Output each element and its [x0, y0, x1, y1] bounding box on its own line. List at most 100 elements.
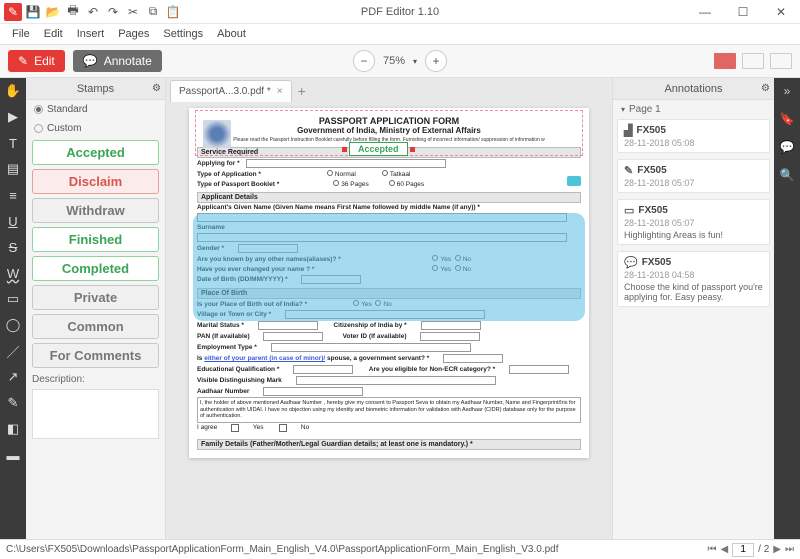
comment-annotation[interactable]: [567, 176, 581, 186]
menu-insert[interactable]: Insert: [71, 26, 111, 42]
qa-undo-icon[interactable]: ↶: [84, 3, 102, 21]
document-area: PassportA...3.0.pdf *× + PASSPORT APPLIC…: [166, 78, 612, 539]
highlight-area-tool-icon[interactable]: ▬: [4, 446, 22, 464]
maximize-button[interactable]: ☐: [728, 5, 758, 19]
app-icon: ✎: [4, 3, 22, 21]
stamps-custom-radio[interactable]: Custom: [26, 119, 165, 138]
menu-file[interactable]: File: [6, 26, 36, 42]
stamp-for-comments[interactable]: For Comments: [32, 343, 159, 368]
annotations-panel: Annotations ⚙ Page 1 ▟FX505 28-11-2018 0…: [612, 78, 774, 539]
eraser-tool-icon[interactable]: ◧: [4, 420, 22, 438]
page-prev-button[interactable]: ◀: [720, 544, 728, 555]
gear-icon[interactable]: ⚙: [761, 83, 770, 94]
menu-about[interactable]: About: [211, 26, 252, 42]
annotation-item[interactable]: ▟FX505 28-11-2018 05:08: [617, 119, 770, 153]
stamp-completed[interactable]: Completed: [32, 256, 159, 281]
normal-radio[interactable]: [327, 170, 333, 176]
stamps-panel-header: Stamps ⚙: [26, 78, 165, 100]
annotation-item[interactable]: ✎FX505 28-11-2018 05:07: [617, 159, 770, 193]
arrow-tool-icon[interactable]: ↗: [4, 368, 22, 386]
qa-paste-icon[interactable]: 📋: [164, 3, 182, 21]
squiggly-tool-icon[interactable]: W: [4, 264, 22, 282]
circle-tool-icon[interactable]: ◯: [4, 316, 22, 334]
zoom-level[interactable]: 75%: [383, 55, 405, 67]
tatkaal-radio[interactable]: [382, 170, 388, 176]
stamp-accepted[interactable]: Accepted: [32, 140, 159, 165]
stamp-tool-icon[interactable]: ≡: [4, 186, 22, 204]
applying-for-input[interactable]: [246, 159, 446, 168]
given-name-input[interactable]: [197, 213, 567, 222]
view-continuous-button[interactable]: [770, 53, 792, 69]
stamp-common[interactable]: Common: [32, 314, 159, 339]
note-tool-icon[interactable]: ▤: [4, 160, 22, 178]
edit-mode-button[interactable]: ✎Edit: [8, 50, 65, 72]
page-last-button[interactable]: ⏭: [785, 544, 794, 555]
annotations-page-label[interactable]: Page 1: [613, 100, 774, 119]
text-tool-icon[interactable]: T: [4, 134, 22, 152]
page-next-button[interactable]: ▶: [773, 544, 781, 555]
stamp-finished[interactable]: Finished: [32, 227, 159, 252]
qa-copy-icon[interactable]: ⧉: [144, 3, 162, 21]
pencil-tool-icon[interactable]: ✎: [4, 394, 22, 412]
pointer-tool-icon[interactable]: ▶: [4, 108, 22, 126]
stamps-standard-radio[interactable]: Standard: [26, 100, 165, 119]
add-tab-button[interactable]: +: [292, 80, 312, 102]
annotations-icon[interactable]: 💬: [778, 138, 796, 156]
zoom-dropdown-icon[interactable]: ▾: [413, 57, 417, 66]
qa-cut-icon[interactable]: ✂: [124, 3, 142, 21]
page-total: / 2: [758, 544, 769, 555]
status-path: C:\Users\FX505\Downloads\PassportApplica…: [6, 544, 559, 555]
annotation-item[interactable]: ▭FX505 28-11-2018 05:07 Highlighting Are…: [617, 199, 770, 245]
annotate-mode-button[interactable]: 💬Annotate: [73, 50, 162, 72]
section-place: Place Of Birth: [197, 288, 581, 299]
rect-tool-icon[interactable]: ▭: [4, 290, 22, 308]
search-icon[interactable]: 🔍: [778, 166, 796, 184]
village-input[interactable]: [285, 310, 485, 319]
line-tool-icon[interactable]: ／: [4, 342, 22, 360]
strikeout-tool-icon[interactable]: S: [4, 238, 22, 256]
dob-input[interactable]: [301, 275, 361, 284]
view-single-button[interactable]: [714, 53, 736, 69]
qa-save-icon[interactable]: 💾: [24, 3, 42, 21]
zoom-in-button[interactable]: +: [425, 50, 447, 72]
view-grid-button[interactable]: [742, 53, 764, 69]
stamp-withdraw[interactable]: Withdraw: [32, 198, 159, 223]
title-bar: ✎ 💾 📂 🖶 ↶ ↷ ✂ ⧉ 📋 PDF Editor 1.10 — ☐ ✕: [0, 0, 800, 24]
stamps-panel: Stamps ⚙ Standard Custom Accepted Discla…: [26, 78, 166, 539]
close-tab-icon[interactable]: ×: [277, 86, 283, 97]
pdf-page[interactable]: PASSPORT APPLICATION FORM Government of …: [189, 108, 589, 458]
surname-input[interactable]: [197, 233, 567, 242]
document-tab[interactable]: PassportA...3.0.pdf *×: [170, 80, 292, 102]
underline-tool-icon[interactable]: U: [4, 212, 22, 230]
qa-print-icon[interactable]: 🖶: [64, 3, 82, 21]
description-label: Description:: [26, 370, 165, 389]
document-viewport[interactable]: PASSPORT APPLICATION FORM Government of …: [166, 102, 612, 539]
page-number-input[interactable]: [732, 543, 754, 557]
qa-redo-icon[interactable]: ↷: [104, 3, 122, 21]
hand-tool-icon[interactable]: ✋: [4, 82, 22, 100]
minimize-button[interactable]: —: [690, 5, 720, 19]
bookmarks-icon[interactable]: 🔖: [778, 110, 796, 128]
agree-yes-checkbox[interactable]: [231, 424, 239, 432]
stamp-annotation[interactable]: Accepted: [349, 142, 408, 156]
p36-radio[interactable]: [333, 180, 339, 186]
menu-settings[interactable]: Settings: [157, 26, 209, 42]
annotation-item[interactable]: 💬FX505 28-11-2018 04:58 Choose the kind …: [617, 251, 770, 307]
gear-icon[interactable]: ⚙: [152, 83, 161, 94]
menu-pages[interactable]: Pages: [112, 26, 155, 42]
pencil-icon: ✎: [18, 54, 28, 68]
description-textarea[interactable]: [32, 389, 159, 439]
stamp-disclaim[interactable]: Disclaim: [32, 169, 159, 194]
menu-bar: File Edit Insert Pages Settings About: [0, 24, 800, 44]
area-annotation-icon: ▭: [624, 204, 634, 217]
p60-radio[interactable]: [389, 180, 395, 186]
page-first-button[interactable]: ⏮: [707, 544, 716, 555]
qa-folder-icon[interactable]: 📂: [44, 3, 62, 21]
zoom-out-button[interactable]: −: [353, 50, 375, 72]
stamp-private[interactable]: Private: [32, 285, 159, 310]
collapse-icon[interactable]: »: [778, 82, 796, 100]
menu-edit[interactable]: Edit: [38, 26, 69, 42]
gender-input[interactable]: [238, 244, 298, 253]
agree-no-checkbox[interactable]: [279, 424, 287, 432]
close-button[interactable]: ✕: [766, 5, 796, 19]
